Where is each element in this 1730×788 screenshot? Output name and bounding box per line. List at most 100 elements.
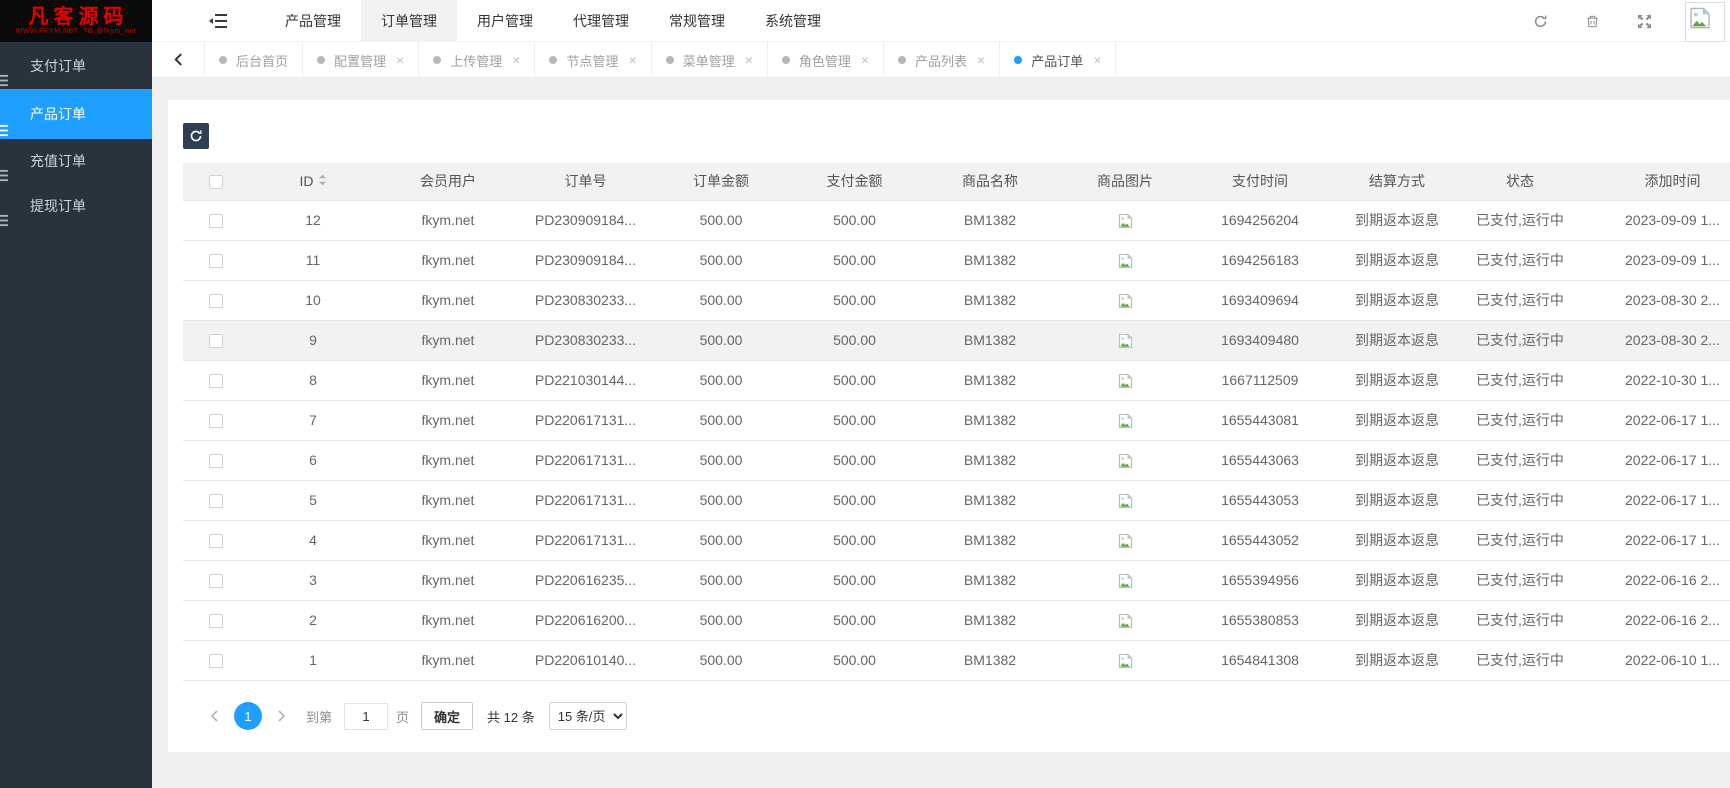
table-row: 7fkym.netPD220617131...500.00500.00BM138…: [183, 400, 1730, 440]
avatar[interactable]: [1685, 2, 1725, 42]
tab-label: 角色管理: [799, 51, 851, 70]
current-page-badge[interactable]: 1: [234, 702, 262, 730]
tab-dot-icon: [433, 56, 441, 64]
sidebar-item-3[interactable]: 充值订单: [0, 139, 152, 184]
confirm-page-button[interactable]: 确定: [421, 702, 473, 730]
fullscreen-icon[interactable]: [1618, 0, 1670, 42]
select-all-checkbox[interactable]: [209, 175, 223, 189]
tab-5[interactable]: 菜单管理 ×: [652, 42, 768, 78]
page-number-input[interactable]: [344, 703, 388, 730]
select-all-cell: [183, 163, 248, 200]
next-page-icon[interactable]: [270, 702, 292, 730]
row-checkbox[interactable]: [209, 494, 223, 508]
topbar-menu-3[interactable]: 用户管理: [457, 0, 553, 42]
close-icon[interactable]: ×: [861, 53, 869, 67]
row-checkbox[interactable]: [209, 414, 223, 428]
cell-settlement: 到期返本返息: [1330, 400, 1464, 440]
tab-3[interactable]: 上传管理 ×: [419, 42, 535, 78]
cell-user: fkym.net: [378, 560, 518, 600]
sidebar-item-1[interactable]: 支付订单: [0, 44, 152, 89]
cell-settlement: 到期返本返息: [1330, 440, 1464, 480]
sidebar-item-4[interactable]: 提现订单: [0, 184, 152, 229]
topbar-menu-6[interactable]: 系统管理: [745, 0, 841, 42]
tab-scroll-left-icon[interactable]: [152, 42, 204, 77]
row-select-cell: [183, 520, 248, 560]
cell-user: fkym.net: [378, 600, 518, 640]
tab-active-8[interactable]: 产品订单 ×: [1000, 42, 1116, 78]
tab-1[interactable]: 后台首页: [204, 42, 303, 78]
column-header-id[interactable]: ID: [248, 163, 378, 200]
cell-pay-time: 1655394956: [1190, 560, 1330, 600]
cell-user: fkym.net: [378, 360, 518, 400]
row-checkbox[interactable]: [209, 374, 223, 388]
sidebar-item-2[interactable]: 产品订单: [0, 89, 152, 139]
cell-status: 已支付,运行中: [1464, 320, 1576, 360]
cell-order-no: PD220617131...: [518, 520, 653, 560]
trash-icon[interactable]: [1566, 0, 1618, 42]
row-checkbox[interactable]: [209, 294, 223, 308]
cell-product-name: BM1382: [920, 360, 1060, 400]
table-row: 2fkym.netPD220616200...500.00500.00BM138…: [183, 600, 1730, 640]
total-count-label: 共 12 条: [487, 707, 535, 726]
cell-user: fkym.net: [378, 400, 518, 440]
topbar-menu-4[interactable]: 代理管理: [553, 0, 649, 42]
collapse-menu-icon[interactable]: [207, 0, 229, 42]
cell-added-time: 2022-06-16 2...: [1576, 560, 1730, 600]
table-refresh-button[interactable]: [183, 123, 209, 149]
close-icon[interactable]: ×: [1093, 53, 1101, 67]
cell-id: 12: [248, 200, 378, 240]
row-checkbox[interactable]: [209, 614, 223, 628]
cell-added-time: 2023-09-09 1...: [1576, 200, 1730, 240]
row-checkbox[interactable]: [209, 574, 223, 588]
row-checkbox[interactable]: [209, 454, 223, 468]
column-header: 结算方式: [1330, 163, 1464, 200]
cell-product-name: BM1382: [920, 440, 1060, 480]
broken-image-icon: [1118, 251, 1133, 267]
close-icon[interactable]: ×: [396, 53, 404, 67]
row-checkbox[interactable]: [209, 334, 223, 348]
cell-pay-time: 1655443081: [1190, 400, 1330, 440]
sort-icon[interactable]: [318, 173, 327, 190]
menu-list-icon: [0, 107, 9, 121]
cell-pay-time: 1654841308: [1190, 640, 1330, 680]
cell-order-no: PD220617131...: [518, 440, 653, 480]
cell-order-amount: 500.00: [653, 520, 789, 560]
topbar-menu-5[interactable]: 常规管理: [649, 0, 745, 42]
cell-id: 7: [248, 400, 378, 440]
admin-app: 凡客源码 WWW.FKYM.NET TG:@fkym_net 支付订单 产品订单…: [0, 0, 1730, 788]
tab-4[interactable]: 节点管理 ×: [535, 42, 651, 78]
cell-id: 8: [248, 360, 378, 400]
broken-image-icon: [1118, 291, 1133, 307]
topbar-menu-2[interactable]: 订单管理: [361, 0, 457, 42]
table-row: 5fkym.netPD220617131...500.00500.00BM138…: [183, 480, 1730, 520]
row-checkbox[interactable]: [209, 214, 223, 228]
prev-page-icon[interactable]: [204, 702, 226, 730]
row-checkbox[interactable]: [209, 254, 223, 268]
refresh-icon[interactable]: [1514, 0, 1566, 42]
tab-2[interactable]: 配置管理 ×: [303, 42, 419, 78]
table-row: 8fkym.netPD221030144...500.00500.00BM138…: [183, 360, 1730, 400]
row-checkbox[interactable]: [209, 654, 223, 668]
product-image-cell: [1060, 400, 1190, 440]
close-icon[interactable]: ×: [628, 53, 636, 67]
topbar-menu-1[interactable]: 产品管理: [265, 0, 361, 42]
cell-pay-time: 1655443063: [1190, 440, 1330, 480]
sidebar-item-label: 充值订单: [30, 153, 86, 169]
cell-order-no: PD220617131...: [518, 400, 653, 440]
product-image-cell: [1060, 360, 1190, 400]
cell-pay-time: 1655443053: [1190, 480, 1330, 520]
tab-6[interactable]: 角色管理 ×: [768, 42, 884, 78]
cell-product-name: BM1382: [920, 600, 1060, 640]
close-icon[interactable]: ×: [512, 53, 520, 67]
tab-7[interactable]: 产品列表 ×: [884, 42, 1000, 78]
page-size-select[interactable]: 15 条/页: [549, 702, 627, 730]
sidebar-item-label: 提现订单: [30, 198, 86, 214]
close-icon[interactable]: ×: [745, 53, 753, 67]
table-row: 12fkym.netPD230909184...500.00500.00BM13…: [183, 200, 1730, 240]
cell-status: 已支付,运行中: [1464, 520, 1576, 560]
row-checkbox[interactable]: [209, 534, 223, 548]
menu-list-icon: [0, 60, 9, 74]
close-icon[interactable]: ×: [977, 53, 985, 67]
cell-product-name: BM1382: [920, 200, 1060, 240]
column-header: 添加时间: [1576, 163, 1730, 200]
